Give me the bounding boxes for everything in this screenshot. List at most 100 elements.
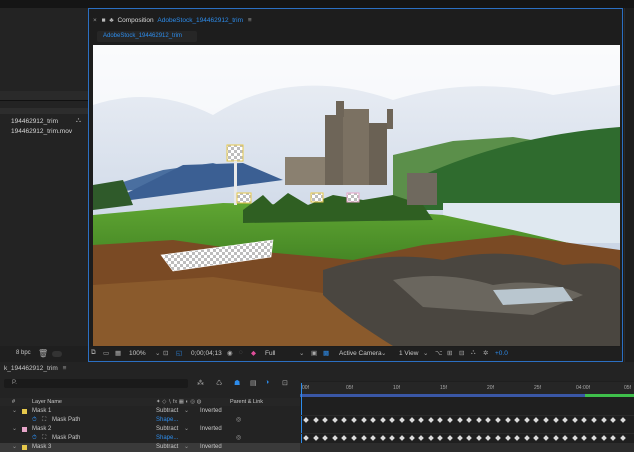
keyframe-marker[interactable] [533, 435, 540, 441]
resolution-select[interactable]: Full [265, 350, 275, 357]
keyframe-marker[interactable] [571, 417, 578, 423]
transparency-grid-icon[interactable]: ▩ [323, 349, 329, 357]
keyframe-marker[interactable] [591, 435, 597, 441]
keyframe-marker[interactable] [312, 435, 319, 441]
shy-layers-icon[interactable]: ☗ [234, 379, 240, 387]
keyframe-marker[interactable] [610, 435, 617, 441]
pick-whip-icon[interactable]: ◎ [236, 416, 241, 425]
keyframe-marker[interactable] [619, 435, 626, 441]
mask-path-keyframe-track[interactable] [300, 434, 634, 443]
monitor-icon[interactable]: ▭ [103, 349, 109, 357]
keyframe-marker[interactable] [331, 417, 338, 423]
zoom-level[interactable]: 100% [129, 350, 146, 357]
current-time[interactable]: 0;00;04;13 [191, 350, 222, 357]
camera-select[interactable]: Active Camera [339, 350, 382, 357]
timeline-tab[interactable]: k_194462912_trim ≡ [4, 365, 66, 372]
toggle-pixel-icon[interactable]: ⌥ [435, 349, 443, 357]
keyframe-marker[interactable] [600, 417, 607, 423]
keyframe-marker[interactable] [303, 435, 309, 441]
keyframe-marker[interactable] [571, 435, 578, 441]
mode-chevron-icon[interactable]: ⌄ [184, 407, 189, 416]
keyframe-marker[interactable] [399, 417, 405, 423]
keyframe-marker[interactable] [543, 417, 549, 423]
property-row[interactable]: ⏱ ⛶ Mask Path Shape... ◎ [0, 434, 300, 443]
region-icon[interactable]: ◱ [176, 349, 182, 357]
mask-row[interactable]: ⌄ Mask 2 Subtract ⌄ Inverted [0, 425, 300, 434]
trash-icon[interactable]: 🗑 [38, 349, 48, 358]
frame-blending-icon[interactable]: ▤ [250, 379, 257, 387]
keyframe-marker[interactable] [495, 417, 501, 423]
resolution-chevron-icon[interactable]: ⌄ [299, 349, 304, 357]
bpc-label[interactable]: 8 bpc [16, 350, 31, 356]
keyframe-marker[interactable] [331, 435, 338, 441]
keyframe-marker[interactable] [389, 435, 396, 441]
keyframe-marker[interactable] [456, 417, 463, 423]
keyframe-marker[interactable] [418, 417, 425, 423]
keyframe-marker[interactable] [437, 435, 444, 441]
keyframe-marker[interactable] [351, 435, 357, 441]
keyframe-marker[interactable] [619, 417, 626, 423]
keyframe-marker[interactable] [456, 435, 463, 441]
keyframe-marker[interactable] [581, 417, 588, 423]
close-icon[interactable]: × [93, 17, 97, 24]
project-item[interactable]: 194462912_trim.mov [11, 128, 72, 135]
keyframe-marker[interactable] [379, 417, 386, 423]
mask-path-keyframe-track[interactable] [300, 416, 634, 425]
keyframe-marker[interactable] [552, 435, 559, 441]
snapshot-icon[interactable]: ◉ [227, 349, 233, 357]
mask-name[interactable]: Mask 2 [32, 425, 51, 434]
mask-row[interactable]: ⌄ Mask 1 Subtract ⌄ Inverted [0, 407, 300, 416]
keyframe-marker[interactable] [322, 417, 329, 423]
keyframe-marker[interactable] [351, 417, 357, 423]
composition-viewer[interactable] [93, 45, 620, 346]
exposure-icon[interactable]: ✲ [483, 349, 488, 357]
layer-search-input[interactable]: Ρ. [4, 379, 188, 388]
time-ruler[interactable]: 00f 05f 10f 15f 20f 25f 04:00f 05f [300, 382, 634, 394]
keyframe-marker[interactable] [399, 435, 405, 441]
mask-mode[interactable]: Subtract [156, 425, 178, 434]
stopwatch-icon[interactable]: ⏱ [32, 416, 37, 425]
keyframe-marker[interactable] [370, 417, 377, 423]
keyframe-marker[interactable] [341, 435, 348, 441]
project-search-bar[interactable] [0, 91, 88, 101]
keyframe-marker[interactable] [466, 435, 473, 441]
mask-color-swatch[interactable] [22, 427, 27, 432]
keyframe-marker[interactable] [485, 435, 492, 441]
mask-mode[interactable]: Subtract [156, 407, 178, 416]
expand-chevron-icon[interactable]: ⌄ [12, 443, 17, 452]
mask-row-selected[interactable]: ⌄ Mask 3 Subtract ⌄ Inverted [0, 443, 300, 452]
roi-icon[interactable]: ▣ [311, 349, 317, 357]
keyframe-marker[interactable] [447, 435, 453, 441]
fast-preview-icon[interactable]: ⊞ [447, 349, 452, 357]
keyframe-marker[interactable] [408, 417, 415, 423]
keyframe-marker[interactable] [427, 417, 434, 423]
view-layout-select[interactable]: 1 View [399, 350, 418, 357]
project-item[interactable]: 194462912_trim [11, 118, 58, 125]
keyframe-marker[interactable] [610, 417, 617, 423]
panel-title-name[interactable]: AdobeStock_194462912_trim [157, 17, 243, 24]
keyframe-marker[interactable] [533, 417, 540, 423]
lock-icon[interactable]: ■ [102, 17, 106, 24]
camera-chevron-icon[interactable]: ⌄ [381, 349, 386, 357]
keyframe-marker[interactable] [552, 417, 559, 423]
keyframe-marker[interactable] [389, 417, 396, 423]
color-channel-icon[interactable]: ◆ [251, 349, 256, 357]
keyframe-marker[interactable] [504, 435, 511, 441]
mask-mode[interactable]: Subtract [156, 443, 178, 452]
stopwatch-icon[interactable]: ⏱ [32, 434, 37, 443]
keyframe-marker[interactable] [504, 417, 511, 423]
graph-icon[interactable]: ⛶ [42, 416, 46, 425]
keyframe-marker[interactable] [447, 417, 453, 423]
keyframe-marker[interactable] [562, 435, 569, 441]
keyframe-marker[interactable] [495, 435, 501, 441]
mask-inverted[interactable]: Inverted [200, 407, 222, 416]
keyframe-marker[interactable] [322, 435, 329, 441]
comp-flowchart-icon[interactable]: ⁂ [197, 379, 204, 387]
mask-color-swatch[interactable] [22, 409, 27, 414]
expand-chevron-icon[interactable]: ⌄ [12, 425, 17, 434]
toggle-control[interactable] [52, 351, 62, 357]
timeline-icon[interactable]: ⊟ [459, 349, 464, 357]
keyframe-marker[interactable] [312, 417, 319, 423]
show-snapshot-icon[interactable]: ◌ [239, 349, 243, 356]
work-area-range[interactable] [300, 394, 585, 397]
